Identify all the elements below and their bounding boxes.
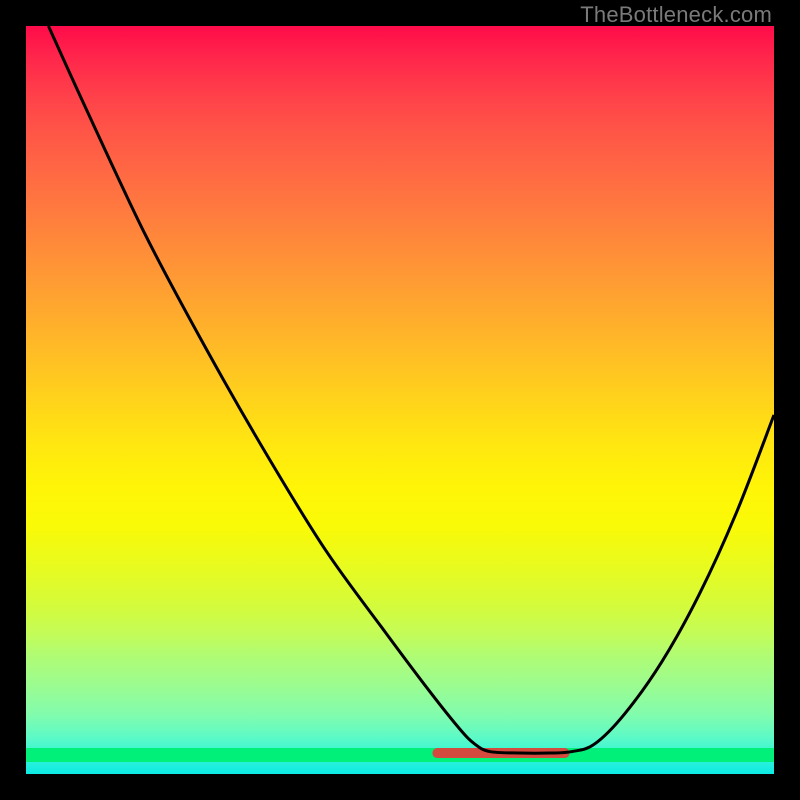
plot-area: [26, 26, 774, 774]
chart-svg: [26, 26, 774, 774]
chart-frame: TheBottleneck.com: [0, 0, 800, 800]
curve-line: [48, 26, 774, 753]
watermark-text: TheBottleneck.com: [580, 2, 772, 28]
